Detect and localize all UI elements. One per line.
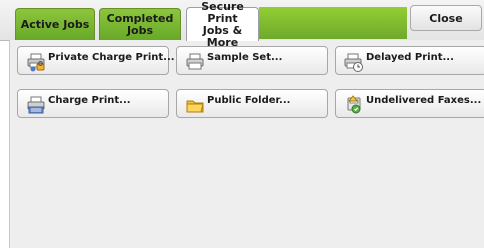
lock-printer-icon <box>27 53 45 72</box>
undelivered-faxes-button[interactable]: Undelivered Faxes... <box>335 89 484 118</box>
secure-print-screen: Active Jobs Completed Jobs Secure Print … <box>0 0 484 248</box>
tab-label: Active Jobs <box>20 17 90 31</box>
calculator-printer-icon <box>27 96 45 114</box>
private-charge-print-button[interactable]: Private Charge Print... <box>17 46 175 75</box>
fax-warning-icon <box>347 95 361 114</box>
sample-set-button[interactable]: Sample Set... <box>176 46 328 75</box>
tab-active-jobs[interactable]: Active Jobs <box>15 8 95 40</box>
tab-bar: Active Jobs Completed Jobs Secure Print … <box>0 0 484 48</box>
public-folder-button[interactable]: Public Folder... <box>176 89 328 118</box>
tab-secure-print-jobs-more[interactable]: Secure Print Jobs & More <box>186 0 259 48</box>
printer-icon <box>186 53 204 70</box>
tab-completed-jobs[interactable]: Completed Jobs <box>99 8 181 40</box>
tab-label: Secure Print Jobs & More <box>201 0 244 49</box>
charge-print-button[interactable]: Charge Print... <box>17 89 169 118</box>
delayed-print-button[interactable]: Delayed Print... <box>335 46 484 75</box>
button-label: Private Charge Print... <box>48 52 175 63</box>
function-panel: Private Charge Print... Sample Set... De… <box>9 40 484 248</box>
button-label: Charge Print... <box>48 95 131 106</box>
close-button[interactable]: Close <box>410 5 482 31</box>
clock-printer-icon <box>344 53 363 72</box>
button-label: Public Folder... <box>207 95 291 106</box>
tab-bar-accent <box>259 7 407 39</box>
button-label: Sample Set... <box>207 52 283 63</box>
button-label: Undelivered Faxes... <box>366 95 482 106</box>
folder-icon <box>186 100 204 113</box>
close-button-label: Close <box>429 12 463 25</box>
tab-label: Completed Jobs <box>106 11 174 37</box>
button-label: Delayed Print... <box>366 52 454 63</box>
